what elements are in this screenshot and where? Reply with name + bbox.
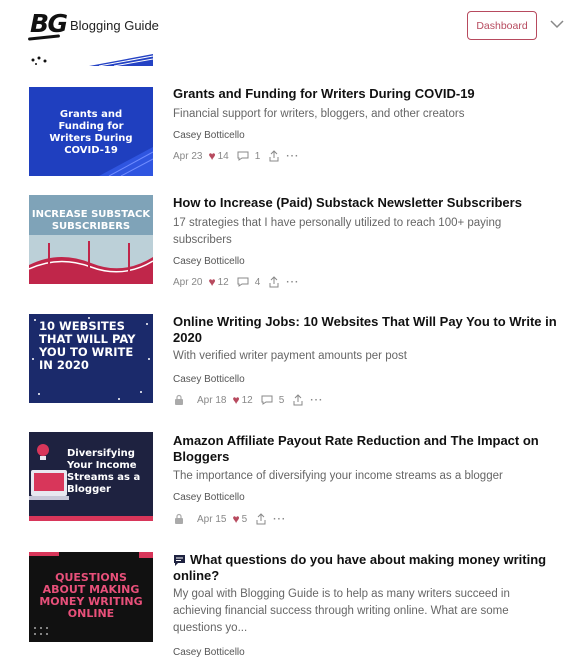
post-subtitle[interactable]: With verified writer payment amounts per… xyxy=(173,348,553,365)
post-subtitle[interactable]: 17 strategies that I have personally uti… xyxy=(173,215,553,249)
share-icon[interactable] xyxy=(268,150,280,162)
dashboard-button[interactable]: Dashboard xyxy=(467,11,537,40)
post-date: Apr 23 xyxy=(173,150,203,162)
post-meta: Apr 15 ♥ 5 ··· xyxy=(173,512,292,526)
post-title[interactable]: What questions do you have about making … xyxy=(173,552,573,584)
post-author[interactable]: Casey Botticello xyxy=(173,647,245,658)
previous-post-thumbnail[interactable] xyxy=(29,50,153,66)
post-author[interactable]: Casey Botticello xyxy=(173,130,245,141)
share-icon[interactable] xyxy=(292,394,304,406)
site-name[interactable]: Blogging Guide xyxy=(70,18,159,33)
top-bar: BG Blogging Guide Dashboard xyxy=(0,0,588,50)
post-thumbnail[interactable]: 10 WEBSITES THAT WILL PAY YOU TO WRITE I… xyxy=(29,314,153,403)
post-title[interactable]: How to Increase (Paid) Substack Newslett… xyxy=(173,195,573,211)
post-thumbnail[interactable]: Diversifying Your Income Streams as a Bl… xyxy=(29,432,153,521)
more-options-icon[interactable]: ··· xyxy=(273,514,286,525)
post-author[interactable]: Casey Botticello xyxy=(173,374,245,385)
site-logo[interactable]: BG xyxy=(30,9,68,38)
like-count: 5 xyxy=(241,513,248,525)
post-meta: Apr 20 ♥ 12 4 ··· xyxy=(173,275,305,289)
post-author[interactable]: Casey Botticello xyxy=(173,256,245,267)
like-count: 12 xyxy=(217,276,229,288)
post-title[interactable]: Grants and Funding for Writers During CO… xyxy=(173,86,573,102)
thumbnail-text: 10 WEBSITES THAT WILL PAY YOU TO WRITE I… xyxy=(39,319,136,372)
comment-icon[interactable] xyxy=(237,150,249,162)
share-icon[interactable] xyxy=(255,513,267,525)
post-subtitle[interactable]: Financial support for writers, bloggers,… xyxy=(173,106,553,123)
more-options-icon[interactable]: ··· xyxy=(286,277,299,288)
like-count: 14 xyxy=(217,150,229,162)
share-icon[interactable] xyxy=(268,276,280,288)
more-options-icon[interactable]: ··· xyxy=(286,151,299,162)
comment-count: 5 xyxy=(278,394,285,406)
lock-icon xyxy=(175,513,183,524)
post-subtitle[interactable]: The importance of diversifying your inco… xyxy=(173,468,553,485)
heart-icon[interactable]: ♥ xyxy=(232,512,239,526)
post-thumbnail[interactable]: INCREASE SUBSTACK SUBSCRIBERS xyxy=(29,195,153,284)
post-subtitle[interactable]: My goal with Blogging Guide is to help a… xyxy=(173,586,553,637)
post-meta: Apr 23 ♥ 14 1 ··· xyxy=(173,149,305,163)
thumbnail-text: Diversifying Your Income Streams as a Bl… xyxy=(67,448,141,495)
like-count: 12 xyxy=(241,394,253,406)
comment-icon[interactable] xyxy=(237,276,249,288)
lock-icon xyxy=(175,394,183,405)
thumbnail-text: QUESTIONS ABOUT MAKING MONEY WRITING ONL… xyxy=(39,571,143,620)
heart-icon[interactable]: ♥ xyxy=(232,393,239,407)
post-meta: Apr 18 ♥ 12 5 ··· xyxy=(173,393,329,407)
chevron-down-icon[interactable] xyxy=(549,16,565,32)
more-options-icon[interactable]: ··· xyxy=(310,395,323,406)
thumbnail-text: Grants and Funding for Writers During CO… xyxy=(49,109,133,156)
post-date: Apr 20 xyxy=(173,276,203,288)
post-thumbnail[interactable]: Grants and Funding for Writers During CO… xyxy=(29,87,153,176)
thumbnail-text: INCREASE SUBSTACK SUBSCRIBERS xyxy=(31,209,151,232)
comment-count: 4 xyxy=(254,276,261,288)
post-thumbnail[interactable]: QUESTIONS ABOUT MAKING MONEY WRITING ONL… xyxy=(29,552,153,642)
heart-icon[interactable]: ♥ xyxy=(208,149,215,163)
post-title[interactable]: Amazon Affiliate Payout Rate Reduction a… xyxy=(173,433,573,465)
heart-icon[interactable]: ♥ xyxy=(208,275,215,289)
post-title[interactable]: Online Writing Jobs: 10 Websites That Wi… xyxy=(173,314,573,346)
post-author[interactable]: Casey Botticello xyxy=(173,492,245,503)
comment-count: 1 xyxy=(254,150,261,162)
post-date: Apr 15 xyxy=(197,513,227,525)
comment-icon[interactable] xyxy=(261,394,273,406)
post-date: Apr 18 xyxy=(197,394,227,406)
